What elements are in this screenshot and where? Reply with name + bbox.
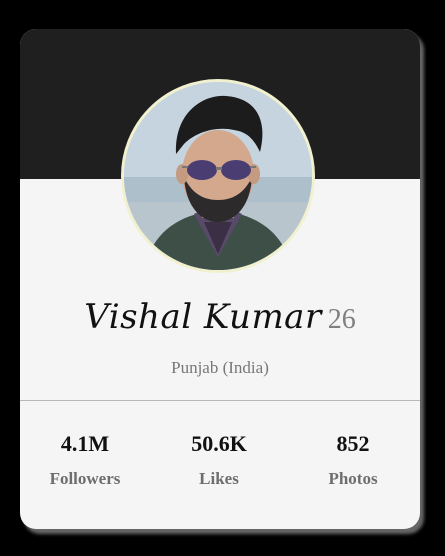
profile-age: 26 [327, 304, 356, 335]
profile-name: Vishal Kumar [84, 297, 322, 337]
profile-name-line: Vishal Kumar 26 [20, 297, 420, 337]
stat-followers[interactable]: 4.1M Followers [20, 429, 150, 489]
stat-photos-value: 852 [336, 431, 370, 456]
profile-avatar[interactable] [121, 79, 315, 273]
stat-likes-value: 50.6K [191, 431, 247, 456]
profile-location: Punjab (India) [171, 358, 269, 377]
stats-row: 4.1M Followers 50.6K Likes 852 Photos [20, 429, 420, 509]
stat-likes-label: Likes [199, 469, 239, 488]
stat-photos-label: Photos [328, 469, 378, 488]
profile-photo [124, 82, 312, 270]
stat-followers-label: Followers [49, 469, 121, 488]
divider [20, 400, 420, 401]
stat-followers-value: 4.1M [60, 431, 110, 456]
profile-card: Vishal Kumar 26 Punjab (India) 4.1M Follo… [20, 29, 420, 529]
stat-likes[interactable]: 50.6K Likes [154, 429, 284, 489]
stat-photos[interactable]: 852 Photos [288, 429, 418, 489]
